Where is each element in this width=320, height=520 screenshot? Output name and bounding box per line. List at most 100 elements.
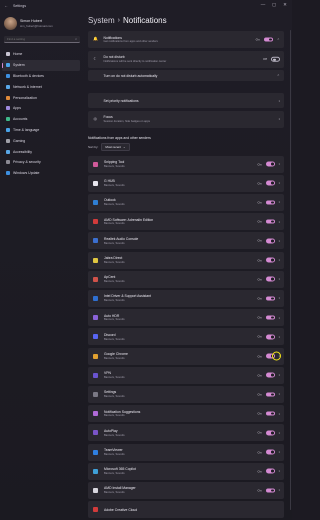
app-row-discord[interactable]: Discord Banners, Sounds On › — [88, 328, 284, 346]
app-row-realtek-audio-console[interactable]: Realtek Audio Console Banners, Sounds On › — [88, 232, 284, 250]
user-profile[interactable]: Simon Hubert sim_hubert@hotmail.com — [4, 15, 82, 31]
chevron-up-icon[interactable]: ⌃ — [277, 37, 280, 42]
chevron-right-icon[interactable]: › — [279, 238, 281, 243]
chevron-right-icon[interactable]: › — [279, 334, 281, 339]
app-row-teamviewer[interactable]: TeamViewer Banners, Sounds On › — [88, 443, 284, 461]
app-row-vpn[interactable]: VPN Banners, Sounds On › — [88, 366, 284, 384]
chevron-right-icon[interactable]: › — [279, 162, 281, 167]
toggle-switch[interactable] — [265, 430, 275, 436]
app-row-amd-software-adrenalin-edition[interactable]: AMD Software: Adrenalin Edition Banners, … — [88, 213, 284, 231]
chevron-right-icon[interactable]: › — [279, 219, 281, 224]
sidebar-item-accounts[interactable]: Accounts — [2, 114, 80, 125]
toggle-switch[interactable] — [265, 200, 275, 205]
setting-turn-on-do-not-disturb-automatically[interactable]: Turn on do not disturb automatically ⌃ — [88, 70, 284, 81]
toggle-switch[interactable] — [265, 315, 275, 320]
app-row-amd-install-manager[interactable]: AMD Install Manager Banners, Sounds On › — [88, 481, 284, 499]
chevron-right-icon[interactable]: › — [279, 315, 281, 320]
sidebar-item-accessibility[interactable]: Accessibility — [2, 146, 80, 157]
chevron-right-icon[interactable]: › — [279, 411, 281, 416]
chevron-right-icon[interactable]: › — [279, 373, 281, 378]
maximize-button[interactable]: ▢ — [271, 2, 277, 8]
breadcrumb-parent[interactable]: System — [88, 16, 115, 25]
app-row-outlook[interactable]: Outlook Banners, Sounds On › — [88, 193, 284, 211]
sidebar-item-gaming[interactable]: Gaming — [2, 135, 80, 146]
setting-do-not-disturb[interactable]: ☾ Do not disturb Notifications will be sen… — [88, 50, 284, 68]
sidebar-item-personalization[interactable]: Personalization — [2, 92, 80, 103]
app-text: Realtek Audio Console Banners, Sounds — [104, 237, 138, 245]
toggle-switch[interactable] — [265, 372, 275, 378]
sidebar-item-time-language[interactable]: Time & language — [2, 125, 80, 136]
app-subtitle: Banners, Sounds — [104, 376, 125, 380]
close-button[interactable]: ✕ — [282, 2, 288, 8]
app-row-autoplay[interactable]: AutoPlay Banners, Sounds On › — [88, 424, 284, 442]
toggle-switch[interactable] — [265, 257, 275, 263]
toggle-switch[interactable] — [265, 392, 275, 397]
toggle-switch[interactable] — [265, 276, 275, 282]
app-row-snipping-tool[interactable]: Snipping Tool Banners, Sounds On › — [88, 155, 284, 173]
settings-window: ← Settings — ▢ ✕ Simon Hubert sim_hubert… — [0, 0, 292, 520]
toggle-switch[interactable] — [265, 468, 275, 474]
app-row-intel-driver-support-assistant[interactable]: Intel Driver & Support Assistant Banners,… — [88, 289, 284, 307]
setting-focus[interactable]: ◎ Focus Session duration, hide badges on a… — [88, 110, 284, 128]
title-bar: ← Settings — ▢ ✕ — [0, 0, 292, 12]
toggle-switch[interactable] — [265, 411, 275, 416]
toggle-switch[interactable] — [265, 334, 275, 340]
setting-set-priority-notifications[interactable]: Set priority notifications › — [88, 93, 284, 108]
chevron-right-icon[interactable]: › — [279, 296, 281, 301]
search-box[interactable]: ⌕ — [4, 36, 80, 43]
app-text: Intel Driver & Support Assistant Banners,… — [104, 294, 151, 302]
chevron-right-icon[interactable]: › — [279, 488, 281, 493]
sidebar-item-windows-update[interactable]: Windows Update — [2, 168, 80, 179]
gaming-icon — [6, 138, 10, 143]
toggle-switch[interactable] — [265, 219, 275, 224]
sidebar-item-privacy-security[interactable]: Privacy & security — [2, 157, 80, 168]
toggle-switch[interactable] — [265, 488, 275, 493]
sidebar-item-label: Privacy & security — [13, 160, 41, 165]
app-row-jabra-direct[interactable]: Jabra Direct Banners, Sounds On › — [88, 251, 284, 269]
search-input[interactable] — [4, 37, 68, 41]
sidebar-item-label: Accounts — [13, 117, 28, 122]
chevron-right-icon[interactable]: › — [279, 181, 281, 186]
sidebar-item-label: Bluetooth & devices — [13, 73, 44, 78]
chevron-right-icon[interactable]: › — [279, 469, 281, 474]
toggle-switch[interactable] — [265, 449, 275, 455]
toggle-switch[interactable] — [271, 56, 280, 62]
toggle-switch[interactable] — [265, 238, 275, 244]
app-row-g-hub[interactable]: G HUB Banners, Sounds On › — [88, 174, 284, 192]
app-row-notification-suggestions[interactable]: Notification Suggestions Banners, Sounds O… — [88, 405, 284, 423]
toggle-switch[interactable] — [265, 296, 275, 301]
app-row-microsoft-365-copilot[interactable]: Microsoft 365 Copilot Banners, Sounds On › — [88, 462, 284, 480]
app-row-adobe-creative-cloud[interactable]: Adobe Creative Cloud — [88, 501, 284, 519]
toggle-switch[interactable] — [265, 180, 275, 186]
app-text: Jabra Direct Banners, Sounds — [104, 256, 125, 264]
app-row-settings[interactable]: Settings Banners, Sounds On › — [88, 385, 284, 403]
chevron-right-icon[interactable]: › — [279, 117, 281, 122]
sort-value: Most recent — [105, 145, 122, 149]
setting-notifications[interactable]: 🔔 Notifications Get notifications from app… — [88, 31, 284, 48]
chevron-right-icon[interactable]: › — [279, 258, 281, 263]
back-arrow-icon[interactable]: ← — [4, 3, 8, 8]
accounts-icon — [6, 117, 10, 122]
chevron-right-icon[interactable]: › — [279, 200, 281, 205]
sidebar-item-home[interactable]: Home — [2, 49, 80, 60]
toggle-state-label: On — [257, 181, 262, 186]
sort-dropdown[interactable]: Most recent ⌄ — [101, 143, 130, 151]
app-row-google-chrome[interactable]: Google Chrome Banners, Sounds On › — [88, 347, 284, 365]
chevron-right-icon[interactable]: › — [279, 430, 281, 435]
sidebar-item-apps[interactable]: Apps — [2, 103, 80, 114]
scrollbar[interactable] — [290, 30, 291, 510]
sidebar-item-network-internet[interactable]: Network & internet — [2, 81, 80, 92]
chevron-right-icon[interactable]: › — [279, 392, 281, 397]
chevron-up-icon[interactable]: ⌃ — [277, 73, 280, 78]
toggle-switch[interactable] — [265, 161, 275, 167]
chevron-right-icon[interactable]: › — [279, 277, 281, 282]
chevron-right-icon[interactable]: › — [279, 450, 281, 455]
minimize-button[interactable]: — — [260, 2, 266, 8]
chevron-right-icon[interactable]: › — [279, 98, 281, 103]
sidebar-item-bluetooth-devices[interactable]: Bluetooth & devices — [2, 71, 80, 82]
toggle-switch[interactable] — [263, 37, 273, 42]
sidebar-item-system[interactable]: System — [2, 59, 80, 71]
app-row-auto-hdr[interactable]: Auto HDR Banners, Sounds On › — [88, 309, 284, 327]
app-row-apcent[interactable]: ApCent Banners, Sounds On › — [88, 270, 284, 288]
